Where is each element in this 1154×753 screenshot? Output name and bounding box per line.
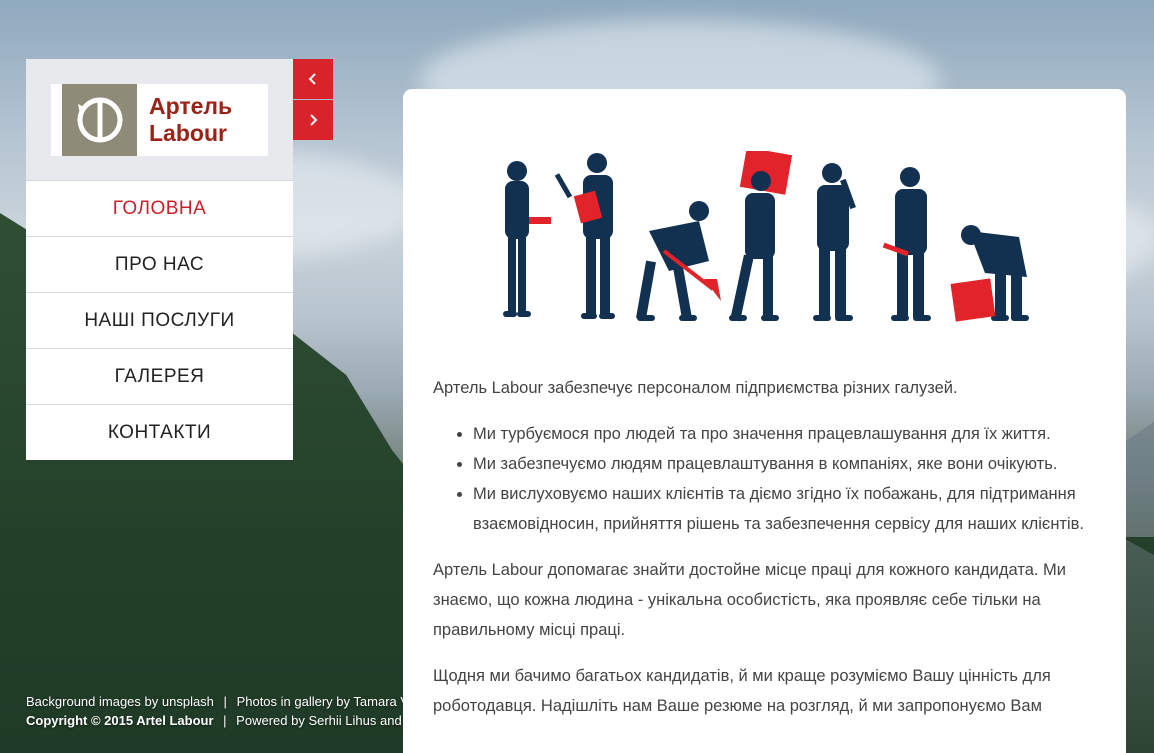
main-content-card: Артель Labour забезпечує персоналом підп… (403, 89, 1126, 753)
prev-button[interactable] (293, 59, 333, 99)
content-body: Артель Labour забезпечує персоналом підп… (433, 373, 1098, 737)
values-list: Ми турбуємося про людей та про значення … (473, 419, 1098, 539)
footer-separator: | (223, 694, 227, 709)
nav-item-home[interactable]: ГОЛОВНА (26, 181, 293, 237)
logo-line-2: Labour (149, 119, 227, 146)
gallery-credit-link[interactable]: Tamara V (353, 694, 403, 709)
paragraph-2: Артель Labour допомагає знайти достойне … (433, 561, 1067, 639)
workers-illustration (503, 151, 1029, 322)
nav-item-about[interactable]: ПРО НАС (26, 237, 293, 293)
copyright-text: Copyright © 2015 Artel Labour (26, 713, 214, 728)
footer: Background images by unsplash | Photos i… (26, 692, 403, 730)
nav-item-contacts[interactable]: КОНТАКТИ (26, 405, 293, 460)
bg-credit-prefix: Background images by (26, 694, 159, 709)
bg-credit-link[interactable]: unsplash (162, 694, 214, 709)
footer-separator: | (223, 713, 227, 728)
next-button[interactable] (293, 100, 333, 140)
chevron-right-icon (310, 114, 318, 126)
gallery-credit-prefix: Photos in gallery by (236, 694, 351, 709)
sidebar: Артель Labour ГОЛОВНА ПРО НАС НАШІ ПОСЛУ… (26, 59, 293, 460)
footer-credits-line: Background images by unsplash | Photos i… (26, 692, 403, 711)
list-item: Ми вислуховуємо наших клієнтів та діємо … (473, 479, 1098, 539)
logo-text: Артель Labour (149, 93, 232, 147)
powered-prefix: Powered by (236, 713, 305, 728)
nav-item-gallery[interactable]: ГАЛЕРЕЯ (26, 349, 293, 405)
list-item: Ми турбуємося про людей та про значення … (473, 419, 1098, 449)
list-item: Ми забезпечуємо людям працевлаштування в… (473, 449, 1098, 479)
intro-paragraph: Артель Labour забезпечує персоналом підп… (433, 379, 958, 397)
paragraph-3: Щодня ми бачимо багатьох кандидатів, й м… (433, 667, 1051, 715)
logo[interactable]: Артель Labour (51, 83, 268, 156)
nav-item-services[interactable]: НАШІ ПОСЛУГИ (26, 293, 293, 349)
chevron-left-icon (308, 73, 316, 85)
logo-mark-icon (62, 83, 137, 156)
footer-copyright-line: Copyright © 2015 Artel Labour | Powered … (26, 711, 403, 730)
logo-line-1: Артель (149, 92, 233, 119)
logo-container: Артель Labour (26, 59, 293, 181)
powered-link[interactable]: Serhii Lihus and (308, 713, 401, 728)
